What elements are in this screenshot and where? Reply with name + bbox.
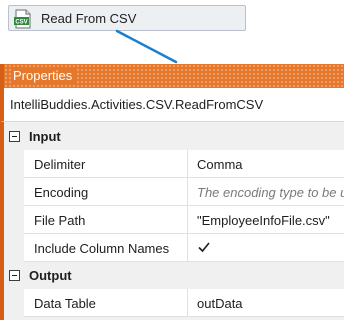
property-name: Delimiter: [34, 157, 86, 172]
properties-title: Properties: [13, 68, 77, 83]
property-placeholder: The encoding type to be used: [197, 185, 344, 200]
properties-panel-header: Properties: [0, 64, 344, 88]
property-row-data-table: Data Table outData: [24, 289, 344, 317]
property-grid: Input Delimiter Comma Encoding The encod…: [0, 122, 344, 320]
include-column-names-value: [188, 234, 344, 261]
include-column-names-checkbox[interactable]: [197, 240, 211, 254]
property-name: Include Column Names: [34, 241, 170, 256]
property-name: Data Table: [34, 296, 96, 311]
property-name: Encoding: [34, 185, 89, 200]
property-name-cell: Include Column Names: [24, 234, 188, 261]
category-label: Output: [29, 268, 72, 283]
property-name-cell: Delimiter: [24, 150, 188, 177]
property-name: File Path: [34, 213, 86, 228]
property-row-delimiter: Delimiter Comma: [24, 150, 344, 178]
property-name-cell: File Path: [24, 206, 188, 233]
property-value: Comma: [197, 157, 243, 172]
collapse-toggle-icon[interactable]: [9, 270, 20, 281]
collapse-toggle-icon[interactable]: [9, 131, 20, 142]
property-row-include-column-names: Include Column Names: [24, 234, 344, 262]
connector-line: [115, 29, 178, 64]
property-name-cell: Encoding: [24, 178, 188, 205]
activity-class-name-row: IntelliBuddies.Activities.CSV.ReadFromCS…: [0, 88, 344, 122]
property-row-encoding: Encoding The encoding type to be used: [24, 178, 344, 206]
property-value: "EmployeeInfoFile.csv": [197, 213, 330, 228]
encoding-value-field[interactable]: The encoding type to be used: [188, 178, 344, 205]
category-label: Input: [29, 129, 61, 144]
file-path-value-field[interactable]: "EmployeeInfoFile.csv": [188, 206, 344, 233]
category-input: Input: [4, 124, 344, 150]
data-table-value-field[interactable]: outData: [188, 289, 344, 316]
activity-class-name: IntelliBuddies.Activities.CSV.ReadFromCS…: [10, 97, 264, 112]
delimiter-value-field[interactable]: Comma: [188, 150, 344, 177]
property-value: outData: [197, 296, 243, 311]
property-row-file-path: File Path "EmployeeInfoFile.csv": [24, 206, 344, 234]
property-name-cell: Data Table: [24, 289, 188, 316]
category-output: Output: [4, 263, 344, 289]
